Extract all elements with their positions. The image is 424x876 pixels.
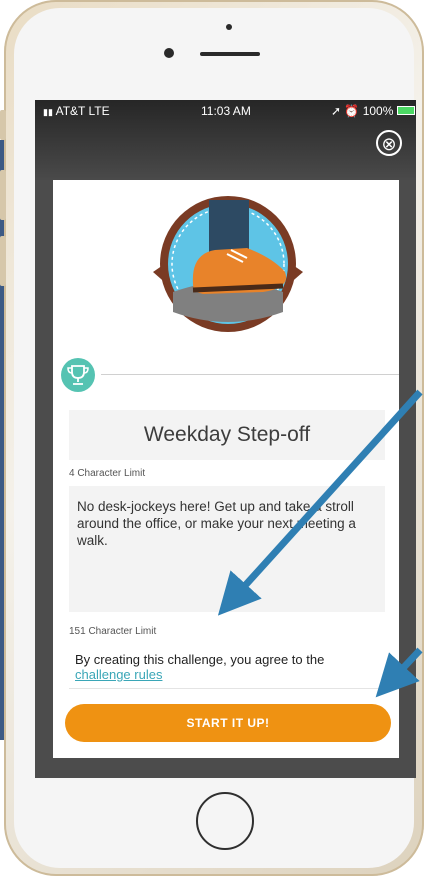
- arrow-to-start-button: [375, 647, 423, 698]
- annotation-arrows-icon: [217, 389, 423, 698]
- arrow-to-description: [217, 389, 423, 616]
